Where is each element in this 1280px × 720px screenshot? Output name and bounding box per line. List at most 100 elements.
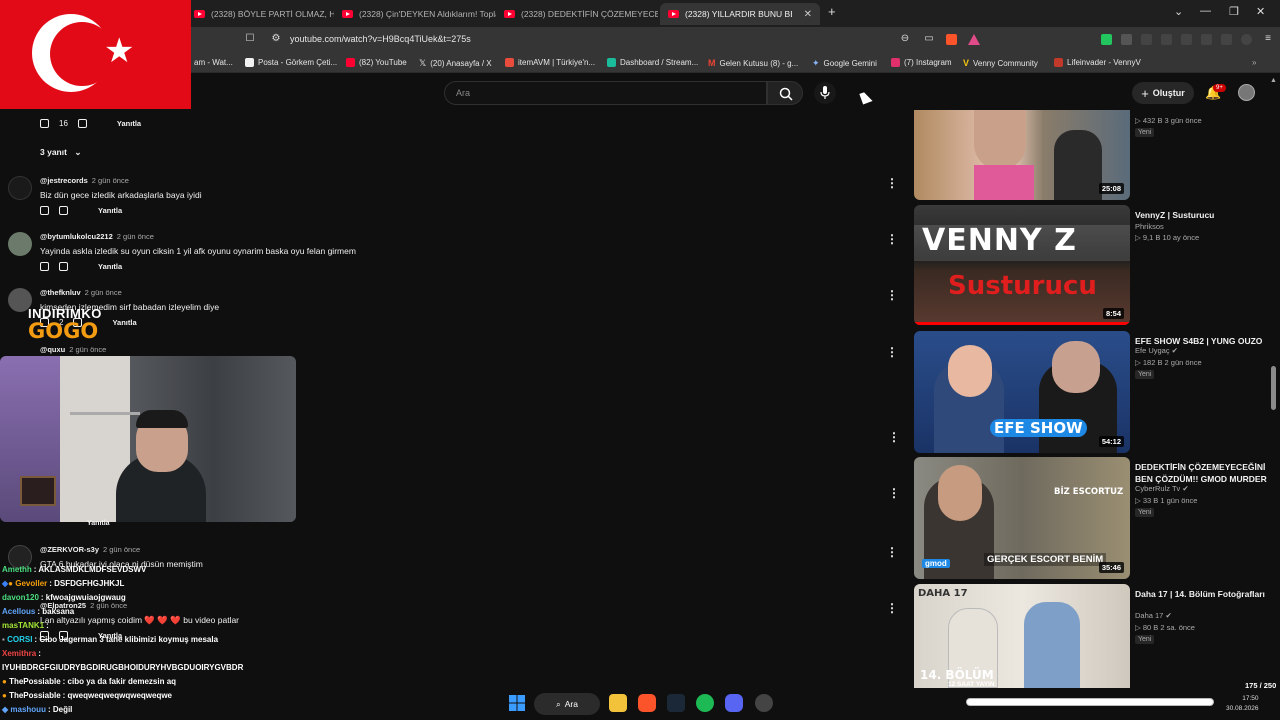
bookmark-item[interactable]: (7) Instagram [891,58,952,67]
taskbar-clock[interactable]: 17:50 30.08.2026 [1226,694,1259,714]
reply-button[interactable]: Yanıtla [87,520,110,527]
close-window-icon[interactable]: ✕ [1256,5,1265,18]
comment-author[interactable]: @ZERKVOR-s3y 2 gün önce [40,545,140,554]
vpn-icon[interactable] [1241,34,1252,45]
site-info-icon[interactable]: ⚙ [270,33,282,45]
taskbar-search[interactable]: ⌕ Ara [534,693,600,715]
create-button[interactable]: + Oluştur [1132,82,1194,104]
bookmark-item[interactable]: V Venny Community [963,58,1038,68]
comment-author[interactable]: @quxu 2 gün önce [40,345,106,354]
replies-toggle[interactable]: 3 yanıt ⌄ [40,147,81,158]
bookmark-label: am - Wat... [194,58,233,67]
channel-name[interactable]: Daha 17 ✔ [1135,611,1172,620]
extension-icon[interactable] [1121,34,1132,45]
extensions-puzzle-icon[interactable] [1141,34,1152,45]
channel-name[interactable]: CyberRulz Tv ✔ [1135,484,1189,493]
app-icon[interactable] [755,694,773,712]
video-thumbnail[interactable]: VENNY Z Susturucu 8:54 [914,205,1130,325]
url-text[interactable]: youtube.com/watch?v=H9Bcq4TiUek&t=275s [290,34,471,44]
dislike-icon[interactable] [59,206,68,215]
video-thumbnail[interactable]: EFE SHOW 54:12 [914,331,1130,453]
extension-icon[interactable] [1101,34,1112,45]
suggested-video[interactable]: EFE SHOW 54:12 EFE SHOW S4B2 | YUNG OUZO… [914,331,1274,453]
browser-tab-active[interactable]: (2328) YILLARDIR BUNU BEKLİYORD ✕ [660,3,820,25]
new-tab-button[interactable]: + [828,4,836,19]
bookmark-label: Dashboard / Stream... [620,58,699,67]
bookmark-item[interactable]: M Gelen Kutusu (8) - g... [708,58,798,68]
account-avatar[interactable] [1238,84,1255,101]
bookmark-item[interactable]: Dashboard / Stream... [607,58,698,67]
discord-icon[interactable] [725,694,743,712]
video-thumbnail[interactable]: DAHA 17 14. BÖLÜM 12 SAAT YAYIN [914,584,1130,688]
bookmark-item[interactable]: ✦ Google Gemini [812,58,877,69]
maximize-icon[interactable]: ❐ [1229,5,1239,18]
comment: @bytumlukolcu2212 2 gün önce Yayinda askl… [8,232,898,277]
scrollbar-thumb[interactable] [1271,366,1276,410]
video-thumbnail[interactable]: 25:08 [914,110,1130,200]
scroll-up-icon[interactable]: ▲ [1270,77,1277,84]
dislike-icon[interactable] [59,262,68,271]
thumbnail-person [1054,130,1102,200]
more-options-icon[interactable]: ⋮ [886,232,898,246]
brave-browser-icon[interactable] [638,694,656,712]
close-tab-icon[interactable]: ✕ [804,9,812,20]
bookmark-item[interactable]: Lifeinvader - VennyV [1054,58,1141,67]
brave-rewards-icon[interactable] [968,34,980,45]
comment-author[interactable]: @bytumlukolcu2212 2 gün önce [40,232,154,241]
more-options-icon[interactable]: ⋮ [886,288,898,302]
video-thumbnail[interactable]: BİZ ESCORTUZ GERÇEK ESCORT BENİM gmod 35… [914,457,1130,579]
sidebar-icon[interactable] [1181,34,1192,45]
windows-start-icon[interactable] [508,694,526,712]
like-icon[interactable] [40,119,49,128]
search-input[interactable]: Ara [444,81,767,105]
video-title[interactable]: VennyZ | Susturucu [1135,209,1270,221]
reply-button[interactable]: Yanıtla [112,318,136,327]
more-options-icon[interactable]: ⋮ [886,176,898,190]
browser-tab[interactable]: (2328) Çin'DEYKEN Aldıklarım! Topla [334,3,496,25]
bookmark-item[interactable]: am - Wat... [194,58,233,67]
reply-button[interactable]: Yanıtla [98,262,122,271]
minimize-icon[interactable]: — [1200,5,1211,17]
more-options-icon[interactable]: ⋮ [886,601,898,615]
file-explorer-icon[interactable] [609,694,627,712]
wallet-icon[interactable] [1201,34,1212,45]
suggested-video[interactable]: DAHA 17 14. BÖLÜM 12 SAAT YAYIN Daha 17 … [914,584,1274,688]
suggested-video[interactable]: 25:08 ▷ 432 B 3 gün önce Yeni [914,110,1274,200]
bookmark-icon[interactable]: ☐ [244,33,256,45]
channel-name[interactable]: Phriksos [1135,222,1164,231]
browser-tab[interactable]: (2328) DEDEKTİFİN ÇÖZEMEYECEĞİN [496,3,658,25]
suggested-video[interactable]: VENNY Z Susturucu 8:54 VennyZ | Susturuc… [914,205,1274,325]
video-title[interactable]: Daha 17 | 14. Bölüm Fotoğrafları [1135,588,1270,600]
zoom-icon[interactable]: ⊖ [899,33,911,45]
comment-author[interactable]: @thefknluv 2 gün önce [40,288,122,297]
bookmark-item[interactable]: (82) YouTube [346,58,407,67]
more-options-icon[interactable]: ⋮ [886,345,898,359]
more-bookmarks-icon[interactable]: » [1252,58,1256,67]
suggested-video[interactable]: BİZ ESCORTUZ GERÇEK ESCORT BENİM gmod 35… [914,457,1274,579]
tab-list-chevron-icon[interactable]: ⌄ [1174,5,1183,18]
browser-tab[interactable]: (2328) BÖYLE PARTİ OLMAZ, HAVUZ [186,3,334,25]
leo-icon[interactable] [1221,34,1232,45]
bookmark-item[interactable]: 𝕏 (20) Anasayfa / X [419,58,492,69]
reply-button[interactable]: Yanıtla [117,119,141,128]
like-icon[interactable] [40,206,49,215]
channel-name[interactable]: Efe Uygaç ✔ [1135,346,1178,355]
cast-icon[interactable]: ▭ [923,33,935,45]
like-icon[interactable] [40,262,49,271]
avatar[interactable] [8,232,32,256]
more-options-icon[interactable]: ⋮ [886,545,898,559]
steam-icon[interactable] [667,694,685,712]
spotify-icon[interactable] [696,694,714,712]
video-title[interactable]: DEDEKTİFİN ÇÖZEMEYECEĞİNİ BEN ÇÖZDÜM!! G… [1135,461,1270,485]
search-button[interactable] [767,81,803,105]
extension-icon[interactable] [1161,34,1172,45]
menu-icon[interactable]: ≡ [1262,33,1274,45]
comment-author[interactable]: @jestrecords 2 gün önce [40,176,129,185]
reply-button[interactable]: Yanıtla [98,206,122,215]
brave-shield-icon[interactable] [946,34,957,45]
bookmark-item[interactable]: itemAVM | Türkiye'n... [505,58,595,67]
bookmark-item[interactable]: Posta - Görkem Çeti... [245,58,337,67]
avatar[interactable] [8,176,32,200]
voice-search-button[interactable] [814,82,836,104]
dislike-icon[interactable] [77,119,87,128]
